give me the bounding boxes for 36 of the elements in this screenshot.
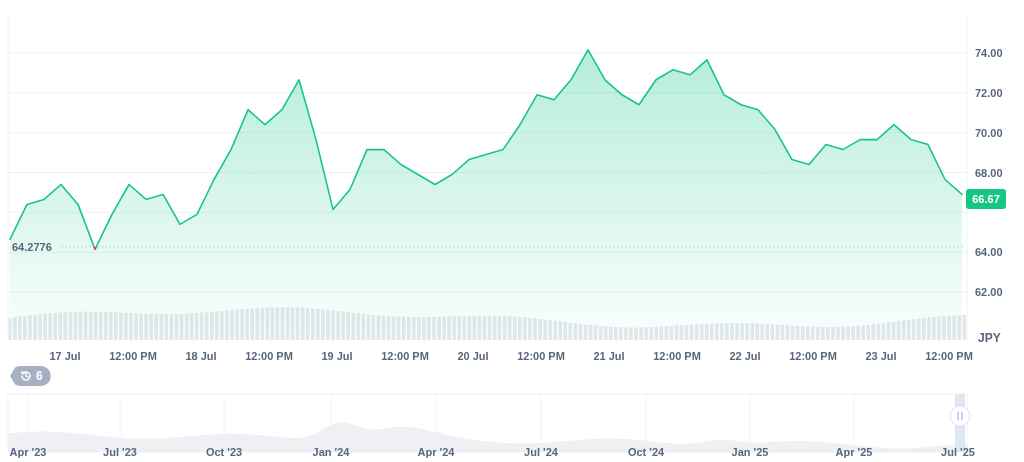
- navigator-date-label: Oct '23: [205, 446, 243, 458]
- navigator-date-label: Apr '23: [9, 446, 47, 458]
- x-axis-label: 12:00 PM: [925, 350, 973, 362]
- x-axis-label: 22 Jul: [729, 350, 761, 362]
- currency-label: JPY: [978, 331, 1001, 345]
- y-axis-label: 64.00: [975, 246, 1003, 259]
- x-axis-label: 12:00 PM: [789, 350, 837, 362]
- history-icon: [20, 370, 32, 382]
- x-axis-label: 12:00 PM: [245, 350, 293, 362]
- current-price-badge: 66.67: [966, 189, 1006, 210]
- x-axis-label: 23 Jul: [865, 350, 897, 362]
- navigator-date-label: Apr '25: [835, 446, 873, 458]
- navigator-date-label: Jan '24: [312, 446, 350, 458]
- x-axis-label: 12:00 PM: [653, 350, 701, 362]
- x-axis-label: 12:00 PM: [109, 350, 157, 362]
- x-axis-label: 21 Jul: [593, 350, 625, 362]
- y-axis-label: 62.00: [975, 286, 1003, 299]
- x-axis-label: 19 Jul: [321, 350, 353, 362]
- x-axis-label: 18 Jul: [185, 350, 217, 362]
- navigator-date-label: Apr '24: [417, 446, 455, 458]
- navigator-date-label: Jul '24: [524, 446, 558, 458]
- x-axis-label: 20 Jul: [457, 350, 489, 362]
- y-axis-label: 74.00: [975, 46, 1003, 59]
- navigator-date-label: Jul '23: [103, 446, 137, 458]
- x-axis-label: 12:00 PM: [381, 350, 429, 362]
- open-price-label: 64.2776: [12, 240, 52, 253]
- y-axis-label: 70.00: [975, 126, 1003, 139]
- y-axis-label: 72.00: [975, 86, 1003, 99]
- x-axis-label: 12:00 PM: [517, 350, 565, 362]
- x-axis-label: 17 Jul: [49, 350, 81, 362]
- history-badge[interactable]: 6: [10, 366, 51, 386]
- navigator-date-label: Jul '25: [941, 446, 975, 458]
- navigator-date-label: Oct '24: [627, 446, 665, 458]
- navigator-date-label: Jan '25: [731, 446, 769, 458]
- range-handle[interactable]: [949, 405, 971, 427]
- y-axis-label: 68.00: [975, 166, 1003, 179]
